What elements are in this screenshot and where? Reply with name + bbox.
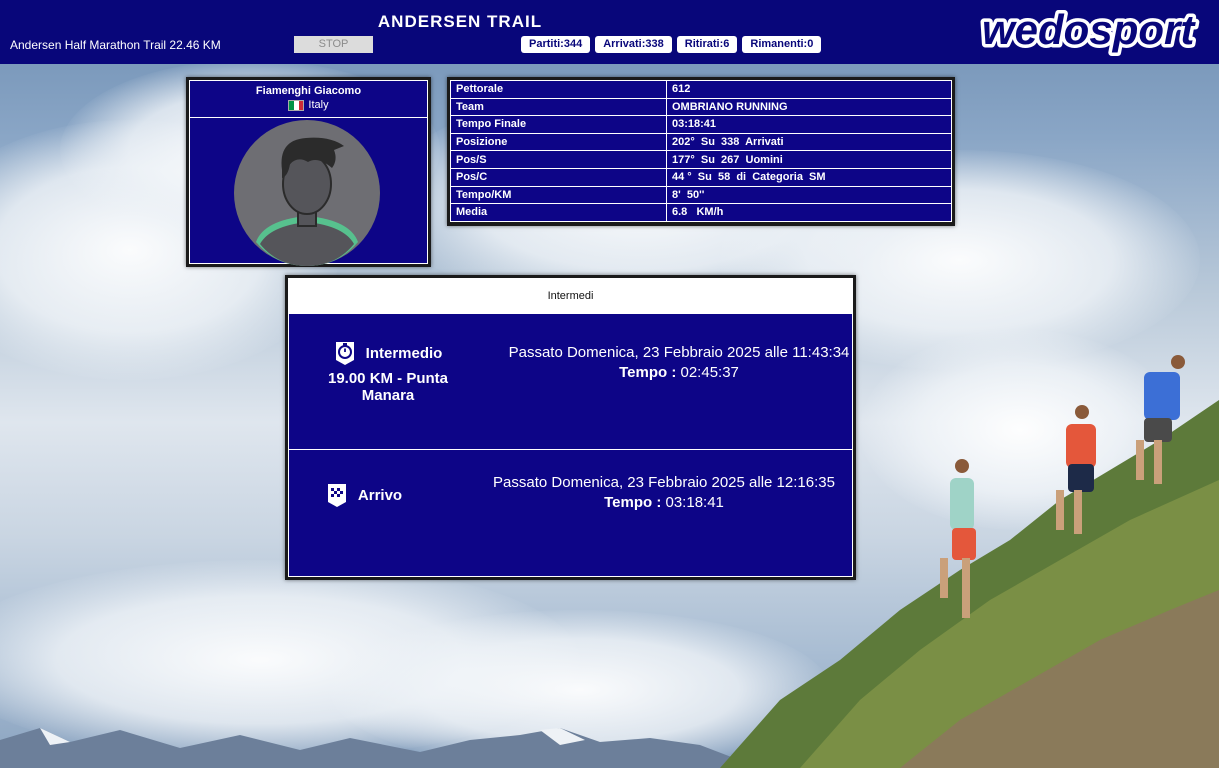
race-name: Andersen Half Marathon Trail 22.46 KM [10,38,221,52]
split-row-intermedio: Intermedio 19.00 KM - Punta Manara Passa… [289,314,852,450]
tempo-label: Tempo : [604,494,662,511]
tempo-label: Tempo : [619,364,677,381]
table-row: Pettorale 612 [450,80,952,99]
detail-value: 612 [666,80,952,99]
detail-label: Media [450,203,667,222]
detail-label: Posizione [450,132,667,152]
logo-wordmark-fill: wedosport [982,6,1196,53]
finish-flag-icon [327,484,346,507]
country-label: Italy [308,99,329,111]
split-passed-time: Passato Domenica, 23 Febbraio 2025 alle … [508,344,850,361]
avatar-placeholder-icon [234,120,380,266]
intermedi-panel: Intermedi Intermedio 19.00 KM - Punta Ma… [285,275,856,580]
detail-label: Team [450,97,667,117]
stat-arrivati: Arrivati:338 [595,36,672,53]
split-label: Arrivo [357,486,403,504]
table-row: Posizione 202° Su 338 Arrivati [450,132,952,152]
detail-value: 03:18:41 [666,115,952,134]
stop-button[interactable]: STOP [294,36,373,53]
page-title: ANDERSEN TRAIL [377,12,543,31]
split-location: 19.00 KM - Punta Manara [327,370,449,404]
tempo-value: 02:45:37 [680,364,739,381]
split-row-arrivo: Arrivo Passato Domenica, 23 Febbraio 202… [289,450,852,576]
top-header: ANDERSEN TRAIL Andersen Half Marathon Tr… [0,0,1219,64]
table-row: Pos/C 44 ° Su 58 di Categoria SM [450,167,952,187]
detail-label: Pos/C [450,167,667,187]
stat-ritirati: Ritirati:6 [676,36,738,53]
race-stats: Partiti:344 Arrivati:338 Ritirati:6 Rima… [521,36,822,53]
split-label: Intermedio [365,344,443,362]
detail-label: Tempo/KM [450,185,667,205]
detail-value: 44 ° Su 58 di Categoria SM [666,167,952,187]
tempo-value: 03:18:41 [665,494,724,511]
athlete-country: Italy [190,99,427,111]
table-row: Tempo/KM 8' 50'' [450,185,952,205]
detail-label: Tempo Finale [450,115,667,134]
details-table: Pettorale 612 Team OMBRIANO RUNNING Tempo … [450,80,952,222]
detail-value: 177° Su 267 Uomini [666,150,952,169]
wedosport-logo[interactable]: wedosport wedosport [978,4,1219,58]
detail-value: 202° Su 338 Arrivati [666,132,952,152]
table-row: Tempo Finale 03:18:41 [450,115,952,134]
italy-flag-icon [288,99,305,111]
athlete-details: Pettorale 612 Team OMBRIANO RUNNING Tempo … [447,77,955,226]
detail-label: Pettorale [450,80,667,99]
table-row: Pos/S 177° Su 267 Uomini [450,150,952,169]
detail-value: OMBRIANO RUNNING [666,97,952,117]
detail-label: Pos/S [450,150,667,169]
intermedi-heading: Intermedi [289,279,852,314]
athlete-name: Fiamenghi Giacomo [255,85,362,97]
athlete-card: Fiamenghi Giacomo Italy [186,77,431,267]
stat-rimanenti: Rimanenti:0 [742,36,822,53]
split-passed-time: Passato Domenica, 23 Febbraio 2025 alle … [493,474,835,491]
stopwatch-icon [335,342,354,365]
stat-partiti: Partiti:344 [521,36,591,53]
detail-value: 6.8 KM/h [666,203,952,222]
detail-value: 8' 50'' [666,185,952,205]
table-row: Team OMBRIANO RUNNING [450,97,952,117]
table-row: Media 6.8 KM/h [450,203,952,222]
